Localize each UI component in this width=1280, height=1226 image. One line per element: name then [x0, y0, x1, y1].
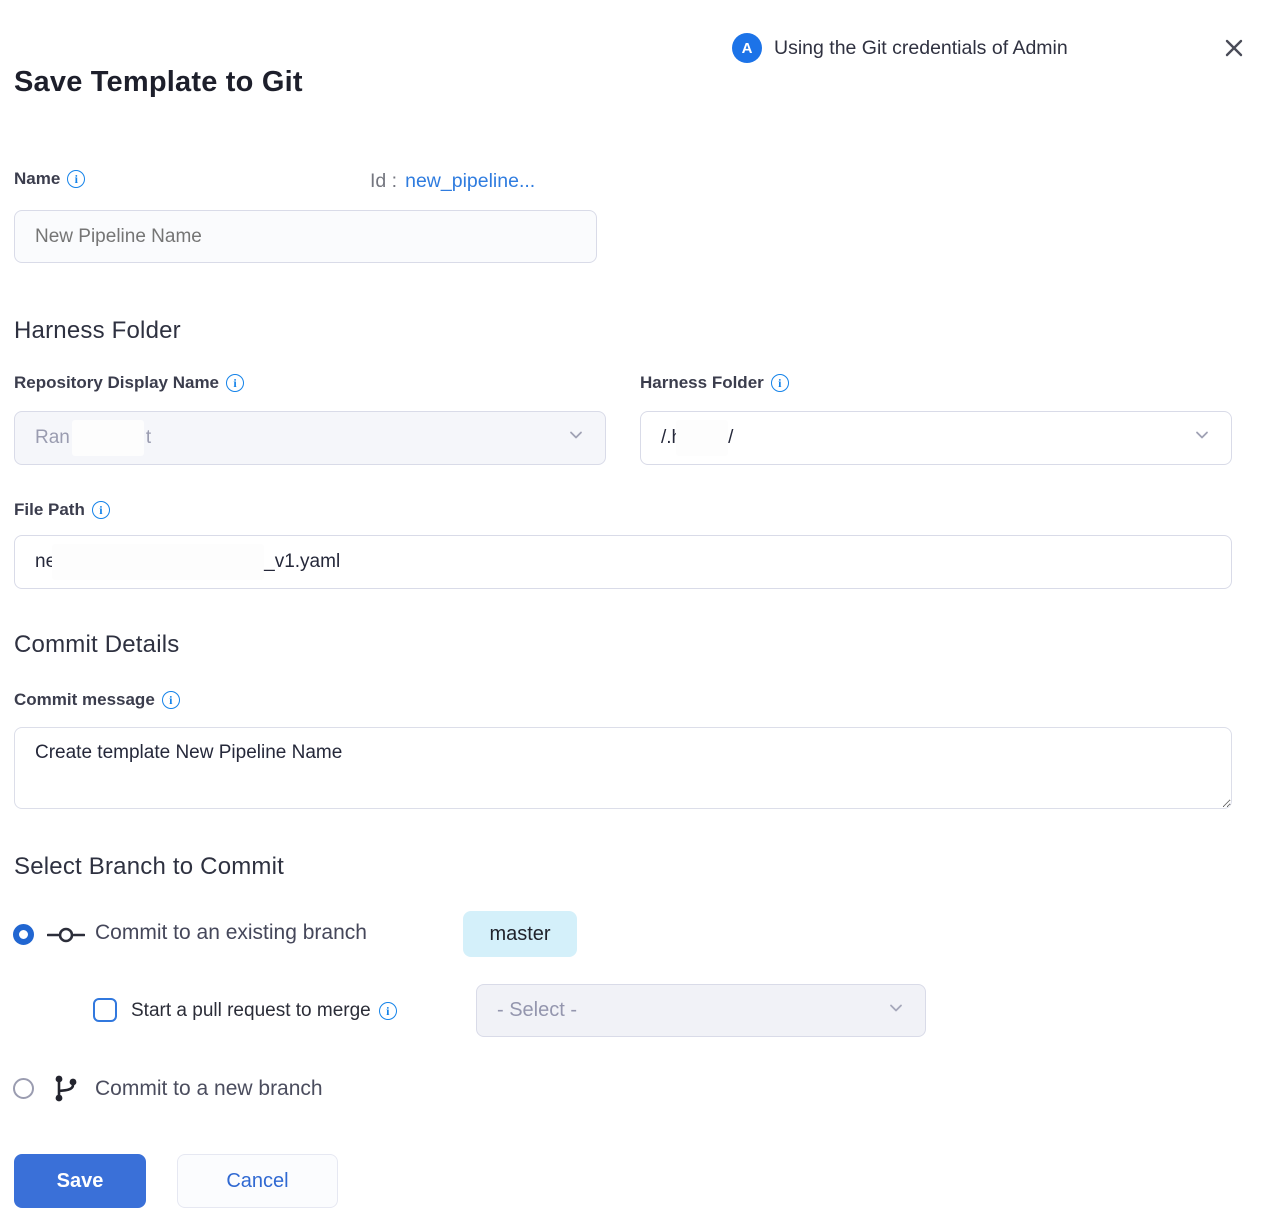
- chevron-down-icon: [567, 426, 585, 450]
- harness-folder-heading: Harness Folder: [14, 317, 181, 345]
- repo-label: Repository Display Name: [14, 373, 219, 393]
- chevron-down-icon: [1193, 426, 1211, 450]
- branch-tag[interactable]: master: [463, 911, 577, 957]
- commit-message-info-icon[interactable]: i: [162, 691, 180, 709]
- commit-message-textarea[interactable]: Create template New Pipeline Name: [14, 727, 1232, 809]
- existing-branch-radio[interactable]: [13, 924, 34, 945]
- name-label: Name: [14, 169, 60, 189]
- git-branch-icon: [53, 1073, 79, 1104]
- redaction-box: [72, 420, 144, 456]
- file-path-info-icon[interactable]: i: [92, 501, 110, 519]
- commit-details-heading: Commit Details: [14, 631, 180, 659]
- commit-message-label-row: Commit message i: [14, 690, 180, 710]
- save-button[interactable]: Save: [14, 1154, 146, 1208]
- select-placeholder: - Select -: [497, 999, 577, 1022]
- redaction-box: [676, 420, 728, 456]
- pull-request-label-row: Start a pull request to merge i: [131, 1000, 397, 1022]
- folder-label-row: Harness Folder i: [640, 373, 789, 393]
- repository-value-prefix: Ran: [35, 427, 70, 449]
- file-path-label: File Path: [14, 500, 85, 520]
- file-path-label-row: File Path i: [14, 500, 110, 520]
- file-path-input[interactable]: ne _v1.yaml: [14, 535, 1232, 589]
- page-title: Save Template to Git: [14, 66, 303, 99]
- repo-info-icon[interactable]: i: [226, 374, 244, 392]
- template-id-row: Id : new_pipeline...: [370, 170, 535, 193]
- pull-request-label[interactable]: Start a pull request to merge: [131, 1000, 371, 1022]
- cancel-button[interactable]: Cancel: [177, 1154, 338, 1208]
- pull-request-checkbox[interactable]: [93, 998, 117, 1022]
- commit-message-label: Commit message: [14, 690, 155, 710]
- new-branch-label[interactable]: Commit to a new branch: [95, 1077, 323, 1101]
- close-icon-glyph: [1222, 36, 1246, 60]
- branch-tag-value: master: [489, 923, 550, 946]
- name-input-field[interactable]: [14, 210, 597, 263]
- folder-value-suffix: /: [728, 427, 733, 449]
- repo-label-row: Repository Display Name i: [14, 373, 244, 393]
- avatar: A: [732, 33, 762, 63]
- commit-icon: [47, 926, 85, 944]
- close-icon[interactable]: [1222, 36, 1246, 60]
- folder-label: Harness Folder: [640, 373, 764, 393]
- name-label-row: Name i: [14, 169, 85, 189]
- git-credentials-note: Using the Git credentials of Admin: [774, 37, 1068, 60]
- pull-request-info-icon[interactable]: i: [379, 1002, 397, 1020]
- pull-request-branch-select[interactable]: - Select -: [476, 984, 926, 1037]
- repository-value-suffix: t: [146, 427, 151, 449]
- file-path-value-suffix: _v1.yaml: [264, 551, 340, 573]
- select-branch-heading: Select Branch to Commit: [14, 853, 284, 881]
- id-link[interactable]: new_pipeline...: [405, 170, 535, 193]
- harness-folder-select[interactable]: /.h /: [640, 411, 1232, 465]
- new-branch-radio[interactable]: [13, 1078, 34, 1099]
- folder-info-icon[interactable]: i: [771, 374, 789, 392]
- repository-select[interactable]: Ran t: [14, 411, 606, 465]
- redaction-box: [52, 544, 264, 580]
- name-info-icon[interactable]: i: [67, 170, 85, 188]
- existing-branch-label[interactable]: Commit to an existing branch: [95, 921, 367, 945]
- name-input[interactable]: [14, 210, 597, 263]
- id-prefix: Id :: [370, 170, 397, 193]
- chevron-down-icon: [887, 999, 905, 1023]
- avatar-initial: A: [742, 40, 753, 57]
